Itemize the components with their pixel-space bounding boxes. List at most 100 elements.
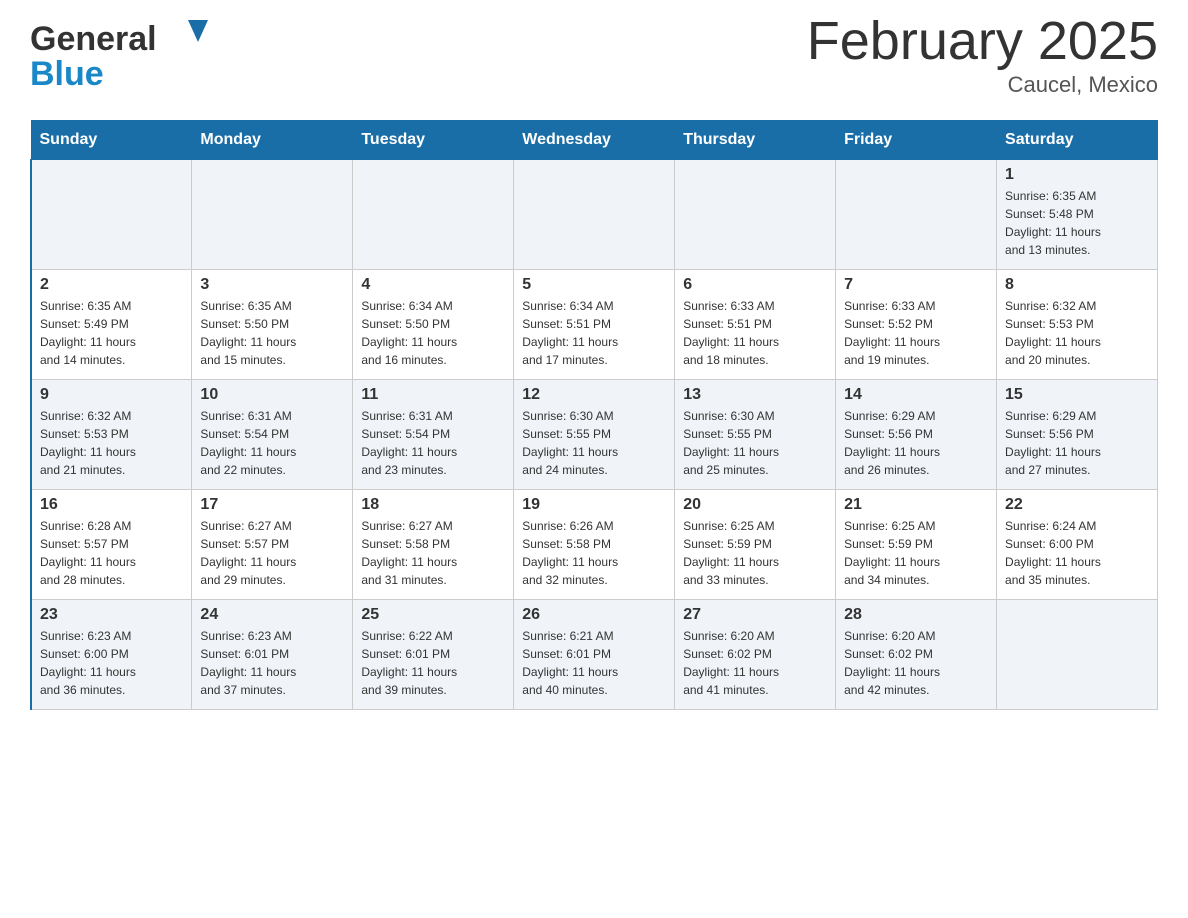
- svg-text:General: General: [30, 20, 157, 58]
- calendar-cell: 14 Sunrise: 6:29 AM Sunset: 5:56 PM Dayli…: [836, 380, 997, 490]
- day-number: 4: [361, 276, 505, 294]
- weekday-header-saturday: Saturday: [997, 121, 1158, 160]
- calendar-header: SundayMondayTuesdayWednesdayThursdayFrid…: [31, 121, 1158, 160]
- calendar-cell: 4 Sunrise: 6:34 AM Sunset: 5:50 PM Daylig…: [353, 270, 514, 380]
- day-number: 6: [683, 276, 827, 294]
- calendar-cell: [836, 160, 997, 270]
- day-number: 14: [844, 386, 988, 404]
- day-info: Sunrise: 6:34 AM Sunset: 5:51 PM Dayligh…: [522, 297, 666, 369]
- calendar-cell: 7Sunrise: 6:33 AM Sunset: 5:52 PM Daylig…: [836, 270, 997, 380]
- calendar-cell: [31, 160, 192, 270]
- calendar-cell: 1 Sunrise: 6:35 AM Sunset: 5:48 PM Daylig…: [997, 160, 1158, 270]
- day-info: Sunrise: 6:23 AM Sunset: 6:01 PM Dayligh…: [200, 627, 344, 699]
- day-info: Sunrise: 6:25 AM Sunset: 5:59 PM Dayligh…: [844, 517, 988, 589]
- calendar-cell: 21Sunrise: 6:25 AM Sunset: 5:59 PM Dayli…: [836, 490, 997, 600]
- day-number: 24: [200, 606, 344, 624]
- calendar-cell: 3 Sunrise: 6:35 AM Sunset: 5:50 PM Daylig…: [192, 270, 353, 380]
- location: Caucel, Mexico: [807, 72, 1158, 98]
- day-number: 26: [522, 606, 666, 624]
- day-number: 11: [361, 386, 505, 404]
- calendar-body: 1 Sunrise: 6:35 AM Sunset: 5:48 PM Daylig…: [31, 160, 1158, 710]
- calendar-cell: [353, 160, 514, 270]
- day-number: 19: [522, 496, 666, 514]
- day-info: Sunrise: 6:28 AM Sunset: 5:57 PM Dayligh…: [40, 517, 183, 589]
- day-info: Sunrise: 6:33 AM Sunset: 5:52 PM Dayligh…: [844, 297, 988, 369]
- day-info: Sunrise: 6:32 AM Sunset: 5:53 PM Dayligh…: [1005, 297, 1149, 369]
- day-number: 2: [40, 276, 183, 294]
- day-number: 1: [1005, 166, 1149, 184]
- calendar-cell: [514, 160, 675, 270]
- calendar-cell: [192, 160, 353, 270]
- day-info: Sunrise: 6:29 AM Sunset: 5:56 PM Dayligh…: [1005, 407, 1149, 479]
- calendar-cell: 12 Sunrise: 6:30 AM Sunset: 5:55 PM Dayli…: [514, 380, 675, 490]
- day-info: Sunrise: 6:29 AM Sunset: 5:56 PM Dayligh…: [844, 407, 988, 479]
- weekday-header-sunday: Sunday: [31, 121, 192, 160]
- calendar-cell: 26 Sunrise: 6:21 AM Sunset: 6:01 PM Dayli…: [514, 600, 675, 710]
- calendar-cell: 18Sunrise: 6:27 AM Sunset: 5:58 PM Dayli…: [353, 490, 514, 600]
- calendar-cell: 10 Sunrise: 6:31 AM Sunset: 5:54 PM Dayli…: [192, 380, 353, 490]
- day-number: 15: [1005, 386, 1149, 404]
- title-section: February 2025Caucel, Mexico: [807, 10, 1158, 98]
- day-number: 12: [522, 386, 666, 404]
- day-number: 3: [200, 276, 344, 294]
- calendar-cell: 19 Sunrise: 6:26 AM Sunset: 5:58 PM Dayli…: [514, 490, 675, 600]
- calendar-cell: 11 Sunrise: 6:31 AM Sunset: 5:54 PM Dayli…: [353, 380, 514, 490]
- day-info: Sunrise: 6:32 AM Sunset: 5:53 PM Dayligh…: [40, 407, 183, 479]
- calendar-cell: 27 Sunrise: 6:20 AM Sunset: 6:02 PM Dayli…: [675, 600, 836, 710]
- calendar-cell: 28 Sunrise: 6:20 AM Sunset: 6:02 PM Dayli…: [836, 600, 997, 710]
- calendar-cell: 13 Sunrise: 6:30 AM Sunset: 5:55 PM Dayli…: [675, 380, 836, 490]
- week-row-2: 2 Sunrise: 6:35 AM Sunset: 5:49 PM Daylig…: [31, 270, 1158, 380]
- day-number: 13: [683, 386, 827, 404]
- weekday-header-wednesday: Wednesday: [514, 121, 675, 160]
- day-info: Sunrise: 6:26 AM Sunset: 5:58 PM Dayligh…: [522, 517, 666, 589]
- day-info: Sunrise: 6:31 AM Sunset: 5:54 PM Dayligh…: [200, 407, 344, 479]
- weekday-header-monday: Monday: [192, 121, 353, 160]
- day-number: 5: [522, 276, 666, 294]
- weekday-header-friday: Friday: [836, 121, 997, 160]
- day-info: Sunrise: 6:20 AM Sunset: 6:02 PM Dayligh…: [683, 627, 827, 699]
- calendar-cell: 25 Sunrise: 6:22 AM Sunset: 6:01 PM Dayli…: [353, 600, 514, 710]
- day-info: Sunrise: 6:23 AM Sunset: 6:00 PM Dayligh…: [40, 627, 183, 699]
- calendar-cell: 15 Sunrise: 6:29 AM Sunset: 5:56 PM Dayli…: [997, 380, 1158, 490]
- month-title: February 2025: [807, 10, 1158, 72]
- day-number: 23: [40, 606, 183, 624]
- calendar-cell: [675, 160, 836, 270]
- svg-text:Blue: Blue: [30, 55, 104, 93]
- day-number: 17: [200, 496, 344, 514]
- day-info: Sunrise: 6:30 AM Sunset: 5:55 PM Dayligh…: [683, 407, 827, 479]
- day-number: 9: [40, 386, 183, 404]
- day-number: 25: [361, 606, 505, 624]
- day-info: Sunrise: 6:35 AM Sunset: 5:48 PM Dayligh…: [1005, 187, 1149, 259]
- day-info: Sunrise: 6:35 AM Sunset: 5:50 PM Dayligh…: [200, 297, 344, 369]
- week-row-5: 23 Sunrise: 6:23 AM Sunset: 6:00 PM Dayli…: [31, 600, 1158, 710]
- day-number: 27: [683, 606, 827, 624]
- day-info: Sunrise: 6:33 AM Sunset: 5:51 PM Dayligh…: [683, 297, 827, 369]
- weekday-header-thursday: Thursday: [675, 121, 836, 160]
- calendar-cell: 22Sunrise: 6:24 AM Sunset: 6:00 PM Dayli…: [997, 490, 1158, 600]
- week-row-4: 16Sunrise: 6:28 AM Sunset: 5:57 PM Dayli…: [31, 490, 1158, 600]
- weekday-row: SundayMondayTuesdayWednesdayThursdayFrid…: [31, 121, 1158, 160]
- calendar-table: SundayMondayTuesdayWednesdayThursdayFrid…: [30, 120, 1158, 710]
- week-row-1: 1 Sunrise: 6:35 AM Sunset: 5:48 PM Daylig…: [31, 160, 1158, 270]
- day-number: 8: [1005, 276, 1149, 294]
- day-info: Sunrise: 6:21 AM Sunset: 6:01 PM Dayligh…: [522, 627, 666, 699]
- day-number: 20: [683, 496, 827, 514]
- calendar-cell: 9 Sunrise: 6:32 AM Sunset: 5:53 PM Daylig…: [31, 380, 192, 490]
- day-number: 10: [200, 386, 344, 404]
- day-info: Sunrise: 6:34 AM Sunset: 5:50 PM Dayligh…: [361, 297, 505, 369]
- day-info: Sunrise: 6:27 AM Sunset: 5:58 PM Dayligh…: [361, 517, 505, 589]
- day-info: Sunrise: 6:30 AM Sunset: 5:55 PM Dayligh…: [522, 407, 666, 479]
- day-info: Sunrise: 6:35 AM Sunset: 5:49 PM Dayligh…: [40, 297, 183, 369]
- day-info: Sunrise: 6:20 AM Sunset: 6:02 PM Dayligh…: [844, 627, 988, 699]
- day-info: Sunrise: 6:31 AM Sunset: 5:54 PM Dayligh…: [361, 407, 505, 479]
- day-info: Sunrise: 6:25 AM Sunset: 5:59 PM Dayligh…: [683, 517, 827, 589]
- day-number: 28: [844, 606, 988, 624]
- calendar-cell: 6 Sunrise: 6:33 AM Sunset: 5:51 PM Daylig…: [675, 270, 836, 380]
- calendar-cell: 24 Sunrise: 6:23 AM Sunset: 6:01 PM Dayli…: [192, 600, 353, 710]
- logo: General Blue: [30, 10, 215, 100]
- calendar-cell: 2 Sunrise: 6:35 AM Sunset: 5:49 PM Daylig…: [31, 270, 192, 380]
- logo-svg: General Blue: [30, 10, 215, 95]
- day-info: Sunrise: 6:22 AM Sunset: 6:01 PM Dayligh…: [361, 627, 505, 699]
- calendar-cell: 5 Sunrise: 6:34 AM Sunset: 5:51 PM Daylig…: [514, 270, 675, 380]
- calendar-cell: 23 Sunrise: 6:23 AM Sunset: 6:00 PM Dayli…: [31, 600, 192, 710]
